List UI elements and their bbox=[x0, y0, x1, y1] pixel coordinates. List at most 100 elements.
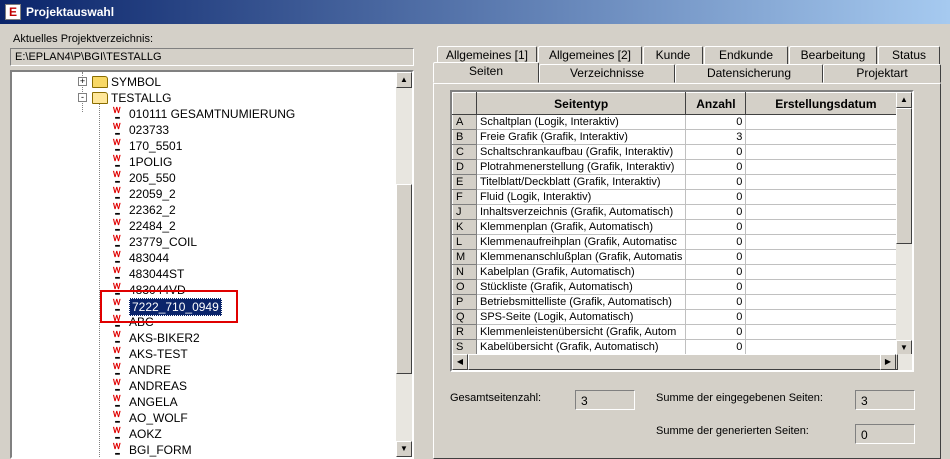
tree-item-project[interactable]: Ꮃ ▪▪▪ 22059_2 bbox=[12, 186, 392, 203]
grid-cell-erstellungsdatum[interactable] bbox=[745, 219, 907, 235]
grid-cell-anzahl[interactable]: 0 bbox=[685, 324, 747, 340]
grid-cell-anzahl[interactable]: 0 bbox=[685, 144, 747, 160]
grid-cell-seitentyp[interactable]: Freie Grafik (Grafik, Interaktiv) bbox=[476, 129, 687, 145]
grid-cell-erstellungsdatum[interactable] bbox=[745, 129, 907, 145]
grid-cell-anzahl[interactable]: 0 bbox=[685, 114, 747, 130]
scroll-up-icon[interactable]: ▲ bbox=[896, 92, 912, 108]
grid-cell-anzahl[interactable]: 0 bbox=[685, 159, 747, 175]
grid-cell-key[interactable]: D bbox=[452, 159, 477, 175]
tab-kunde[interactable]: Kunde bbox=[643, 46, 703, 65]
grid-cell-key[interactable]: S bbox=[452, 339, 477, 355]
grid-header-key[interactable] bbox=[452, 92, 477, 115]
grid-cell-erstellungsdatum[interactable] bbox=[745, 114, 907, 130]
table-row[interactable]: D Plotrahmenerstellung (Grafik, Interakti… bbox=[452, 159, 907, 175]
tree-item-project[interactable]: Ꮃ ▪▪▪ BGI_FORM bbox=[12, 442, 392, 458]
grid-cell-seitentyp[interactable]: Betriebsmittelliste (Grafik, Automatisch… bbox=[476, 294, 687, 310]
grid-cell-key[interactable]: A bbox=[452, 114, 477, 130]
table-row[interactable]: P Betriebsmittelliste (Grafik, Automatisc… bbox=[452, 294, 907, 310]
grid-cell-anzahl[interactable]: 0 bbox=[685, 339, 747, 355]
table-row[interactable]: F Fluid (Logik, Interaktiv) 0 bbox=[452, 189, 907, 205]
grid-cell-anzahl[interactable]: 0 bbox=[685, 189, 747, 205]
tab-seiten[interactable]: Seiten bbox=[433, 62, 539, 83]
table-row[interactable]: L Klemmenaufreihplan (Grafik, Automatisc 0 bbox=[452, 234, 907, 250]
scroll-down-icon[interactable]: ▼ bbox=[396, 441, 412, 457]
table-row[interactable]: O Stückliste (Grafik, Automatisch) 0 bbox=[452, 279, 907, 295]
grid-cell-erstellungsdatum[interactable] bbox=[745, 234, 907, 250]
tab-endkunde[interactable]: Endkunde bbox=[704, 46, 788, 65]
tree-item-project[interactable]: Ꮃ ▪▪▪ 023733 bbox=[12, 122, 392, 139]
grid-cell-key[interactable]: R bbox=[452, 324, 477, 340]
grid-cell-anzahl[interactable]: 0 bbox=[685, 294, 747, 310]
grid-cell-key[interactable]: C bbox=[452, 144, 477, 160]
grid-vertical-scrollbar[interactable]: ▲ ▼ bbox=[896, 92, 912, 356]
scroll-right-icon[interactable]: ▶ bbox=[880, 354, 896, 370]
tab-status[interactable]: Status bbox=[878, 46, 940, 65]
grid-header-erstellungsdatum[interactable]: Erstellungsdatum bbox=[745, 92, 907, 115]
grid-cell-erstellungsdatum[interactable] bbox=[745, 264, 907, 280]
page-type-grid[interactable]: Seitentyp Anzahl Erstellungsdatum A Schal… bbox=[450, 90, 914, 372]
tab-projektart[interactable]: Projektart bbox=[823, 64, 941, 83]
grid-cell-erstellungsdatum[interactable] bbox=[745, 309, 907, 325]
grid-horizontal-scrollbar[interactable]: ◀ ▶ bbox=[452, 354, 912, 370]
grid-cell-erstellungsdatum[interactable] bbox=[745, 249, 907, 265]
grid-cell-anzahl[interactable]: 3 bbox=[685, 129, 747, 145]
grid-cell-anzahl[interactable]: 0 bbox=[685, 264, 747, 280]
grid-cell-anzahl[interactable]: 0 bbox=[685, 234, 747, 250]
grid-cell-seitentyp[interactable]: Klemmenleistenübersicht (Grafik, Autom bbox=[476, 324, 687, 340]
tree-item-project[interactable]: Ꮃ ▪▪▪ ANGELA bbox=[12, 394, 392, 411]
grid-cell-erstellungsdatum[interactable] bbox=[745, 189, 907, 205]
table-row[interactable]: S Kabelübersicht (Grafik, Automatisch) 0 bbox=[452, 339, 907, 355]
tree-folder-symbol[interactable]: + SYMBOL bbox=[12, 74, 392, 90]
tree-item-project[interactable]: Ꮃ ▪▪▪ 22484_2 bbox=[12, 218, 392, 235]
grid-cell-erstellungsdatum[interactable] bbox=[745, 159, 907, 175]
tree-item-project[interactable]: Ꮃ ▪▪▪ 205_550 bbox=[12, 170, 392, 187]
grid-header-seitentyp[interactable]: Seitentyp bbox=[475, 92, 687, 115]
table-row[interactable]: E Titelblatt/Deckblatt (Grafik, Interakti… bbox=[452, 174, 907, 190]
tree-item-project[interactable]: Ꮃ ▪▪▪ 010111 GESAMTNUMIERUNG bbox=[12, 106, 392, 123]
tree-item-project[interactable]: Ꮃ ▪▪▪ ANDREAS bbox=[12, 378, 392, 395]
tab-allgemeines-2[interactable]: Allgemeines [2] bbox=[538, 46, 642, 65]
table-row[interactable]: N Kabelplan (Grafik, Automatisch) 0 bbox=[452, 264, 907, 280]
tree-item-project[interactable]: Ꮃ ▪▪▪ ANDRE bbox=[12, 362, 392, 379]
tree-item-project[interactable]: Ꮃ ▪▪▪ AKS-BIKER2 bbox=[12, 330, 392, 347]
grid-cell-seitentyp[interactable]: Klemmenplan (Grafik, Automatisch) bbox=[476, 219, 687, 235]
grid-cell-anzahl[interactable]: 0 bbox=[685, 249, 747, 265]
table-row[interactable]: Q SPS-Seite (Logik, Automatisch) 0 bbox=[452, 309, 907, 325]
grid-cell-anzahl[interactable]: 0 bbox=[685, 309, 747, 325]
grid-cell-seitentyp[interactable]: Plotrahmenerstellung (Grafik, Interaktiv… bbox=[476, 159, 687, 175]
tree-item-project[interactable]: Ꮃ ▪▪▪ AKS-TEST bbox=[12, 346, 392, 363]
grid-cell-erstellungsdatum[interactable] bbox=[745, 339, 907, 355]
grid-cell-key[interactable]: E bbox=[452, 174, 477, 190]
grid-cell-key[interactable]: K bbox=[452, 219, 477, 235]
grid-cell-seitentyp[interactable]: Fluid (Logik, Interaktiv) bbox=[476, 189, 687, 205]
grid-cell-seitentyp[interactable]: SPS-Seite (Logik, Automatisch) bbox=[476, 309, 687, 325]
grid-header-anzahl[interactable]: Anzahl bbox=[685, 92, 747, 115]
tree-item-project[interactable]: Ꮃ ▪▪▪ AOKZ bbox=[12, 426, 392, 443]
tree-item-project[interactable]: Ꮃ ▪▪▪ 1POLIG bbox=[12, 154, 392, 171]
tree-item-project[interactable]: Ꮃ ▪▪▪ 170_5501 bbox=[12, 138, 392, 155]
grid-cell-seitentyp[interactable]: Schaltplan (Logik, Interaktiv) bbox=[476, 114, 687, 130]
grid-cell-seitentyp[interactable]: Klemmenanschlußplan (Grafik, Automatis bbox=[476, 249, 687, 265]
grid-cell-key[interactable]: N bbox=[452, 264, 477, 280]
grid-cell-key[interactable]: F bbox=[452, 189, 477, 205]
grid-cell-seitentyp[interactable]: Klemmenaufreihplan (Grafik, Automatisc bbox=[476, 234, 687, 250]
grid-cell-anzahl[interactable]: 0 bbox=[685, 174, 747, 190]
grid-cell-key[interactable]: M bbox=[452, 249, 477, 265]
tree-item-project[interactable]: Ꮃ ▪▪▪ 483044ST bbox=[12, 266, 392, 283]
grid-scroll-thumb[interactable] bbox=[896, 108, 912, 244]
grid-cell-key[interactable]: O bbox=[452, 279, 477, 295]
tree-vertical-scrollbar[interactable]: ▲ ▼ bbox=[396, 72, 412, 457]
grid-cell-erstellungsdatum[interactable] bbox=[745, 204, 907, 220]
table-row[interactable]: M Klemmenanschlußplan (Grafik, Automatis 0 bbox=[452, 249, 907, 265]
tree-scroll-thumb[interactable] bbox=[396, 184, 412, 374]
grid-cell-seitentyp[interactable]: Schaltschrankaufbau (Grafik, Interaktiv) bbox=[476, 144, 687, 160]
tree-folder-testallg[interactable]: - TESTALLG bbox=[12, 90, 392, 106]
grid-cell-erstellungsdatum[interactable] bbox=[745, 324, 907, 340]
tree-item-project[interactable]: Ꮃ ▪▪▪ 483044 bbox=[12, 250, 392, 267]
grid-cell-erstellungsdatum[interactable] bbox=[745, 279, 907, 295]
table-row[interactable]: J Inhaltsverzeichnis (Grafik, Automatisch… bbox=[452, 204, 907, 220]
tab-verzeichnisse[interactable]: Verzeichnisse bbox=[539, 64, 675, 83]
scroll-left-icon[interactable]: ◀ bbox=[452, 354, 468, 370]
tree-item-project[interactable]: Ꮃ ▪▪▪ 22362_2 bbox=[12, 202, 392, 219]
grid-hscroll-thumb[interactable] bbox=[468, 354, 898, 370]
